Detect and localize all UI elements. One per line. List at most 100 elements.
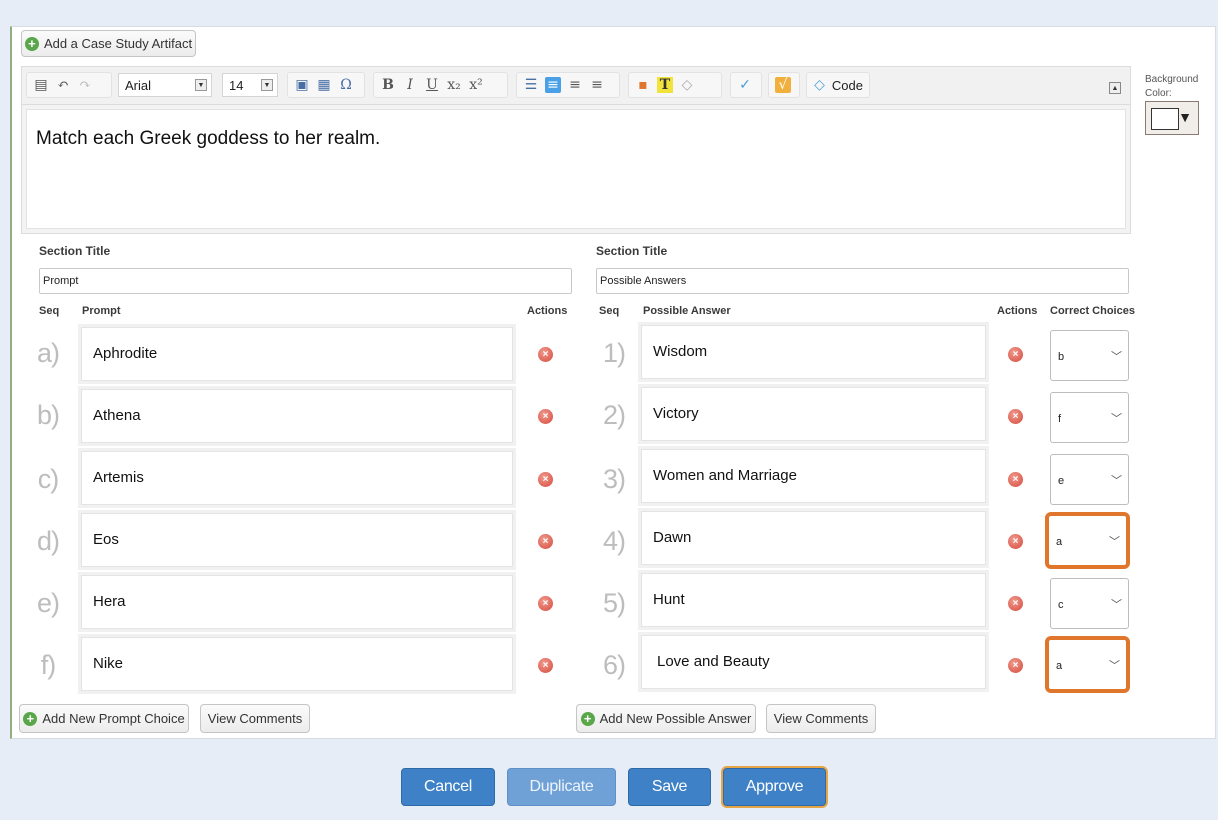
color-group: ▪ T ◇ xyxy=(628,72,722,98)
correct-choice-value: a xyxy=(1056,660,1063,672)
add-possible-answer-button[interactable]: + Add New Possible Answer xyxy=(576,704,756,733)
text-color-icon[interactable]: ▪ xyxy=(635,77,651,93)
approve-button[interactable]: Approve xyxy=(723,768,826,806)
answer-input[interactable]: Dawn xyxy=(641,511,986,565)
left-section-title-input[interactable]: Prompt xyxy=(39,268,572,294)
delete-icon[interactable]: × xyxy=(538,658,553,673)
insert-group: ▣ ▦ Ω xyxy=(287,72,365,98)
right-section-title-input[interactable]: Possible Answers xyxy=(596,268,1129,294)
save-button[interactable]: Save xyxy=(628,768,711,806)
answer-seq: 5) xyxy=(602,588,626,618)
question-editor[interactable]: Match each Greek goddess to her realm. xyxy=(21,104,1131,234)
view-comments-button[interactable]: View Comments xyxy=(766,704,876,733)
answer-seq: 2) xyxy=(602,400,626,430)
right-col-actions: Actions xyxy=(997,305,1038,317)
answer-input[interactable]: Love and Beauty xyxy=(641,635,986,689)
chevron-down-icon: ﹀ xyxy=(1111,351,1122,363)
undo-icon[interactable]: ↶ xyxy=(55,77,71,93)
delete-icon[interactable]: × xyxy=(538,472,553,487)
font-select-value: Arial xyxy=(125,77,152,93)
omega-icon[interactable]: Ω xyxy=(338,77,354,93)
bold-icon[interactable]: B xyxy=(380,77,396,93)
align-center-icon[interactable]: ≡ xyxy=(567,77,583,93)
add-case-study-artifact-button[interactable]: + Add a Case Study Artifact xyxy=(21,30,196,57)
bullet-list-icon[interactable]: ☰ xyxy=(523,77,539,93)
correct-choice-value: f xyxy=(1058,413,1062,425)
highlight-icon[interactable]: T xyxy=(657,77,673,93)
answer-input[interactable]: Women and Marriage xyxy=(641,449,986,503)
paste-icon[interactable]: ▤ xyxy=(33,77,49,93)
chevron-down-icon: ▼ xyxy=(1178,109,1192,125)
delete-icon[interactable]: × xyxy=(1008,472,1023,487)
prompt-seq: f) xyxy=(40,650,57,680)
left-col-seq: Seq xyxy=(39,305,60,317)
cancel-button[interactable]: Cancel xyxy=(401,768,495,806)
chevron-down-icon: ▼ xyxy=(261,79,273,91)
delete-icon[interactable]: × xyxy=(1008,534,1023,549)
delete-icon[interactable]: × xyxy=(538,409,553,424)
correct-choice-value: e xyxy=(1058,475,1065,487)
font-size-select[interactable]: 14 ▼ xyxy=(222,73,278,97)
image-icon[interactable]: ▣ xyxy=(294,77,310,93)
prompt-input[interactable]: Nike xyxy=(81,637,513,691)
prompt-input[interactable]: Aphrodite xyxy=(81,327,513,381)
view-comments-button[interactable]: View Comments xyxy=(200,704,310,733)
delete-icon[interactable]: × xyxy=(1008,347,1023,362)
prompt-input[interactable]: Eos xyxy=(81,513,513,567)
correct-choice-select[interactable]: c ﹀ xyxy=(1050,578,1129,629)
math-group: √ xyxy=(768,72,800,98)
redo-icon[interactable]: ↷ xyxy=(77,77,93,93)
answer-input[interactable]: Wisdom xyxy=(641,325,986,379)
align-right-icon[interactable]: ≡ xyxy=(589,77,605,93)
duplicate-button[interactable]: Duplicate xyxy=(507,768,616,806)
correct-choice-value: b xyxy=(1058,351,1065,363)
answer-seq: 3) xyxy=(602,464,626,494)
correct-choice-select[interactable]: b ﹀ xyxy=(1050,330,1129,381)
answer-input[interactable]: Victory xyxy=(641,387,986,441)
add-prompt-choice-button[interactable]: + Add New Prompt Choice xyxy=(19,704,189,733)
correct-choice-select[interactable]: a ﹀ xyxy=(1048,515,1127,566)
right-col-seq: Seq xyxy=(599,305,620,317)
left-col-prompt: Prompt xyxy=(82,305,121,317)
spellcheck-group: ✓ xyxy=(730,72,762,98)
code-group[interactable]: ◇ Code xyxy=(806,72,870,98)
underline-icon[interactable]: U xyxy=(424,77,440,93)
add-case-study-artifact-label: Add a Case Study Artifact xyxy=(43,36,193,51)
collapse-toolbar-icon[interactable]: ▲ xyxy=(1109,82,1121,94)
left-section-title-label: Section Title xyxy=(39,244,111,258)
align-left-icon[interactable]: ≡ xyxy=(545,77,561,93)
delete-icon[interactable]: × xyxy=(538,534,553,549)
prompt-input[interactable]: Artemis xyxy=(81,451,513,505)
table-icon[interactable]: ▦ xyxy=(316,77,332,93)
prompt-seq: d) xyxy=(36,526,60,556)
font-size-value: 14 xyxy=(229,77,244,93)
answer-input[interactable]: Hunt xyxy=(641,573,986,627)
correct-choice-select[interactable]: e ﹀ xyxy=(1050,454,1129,505)
prompt-seq: c) xyxy=(37,464,60,494)
add-icon: + xyxy=(24,36,39,51)
delete-icon[interactable]: × xyxy=(538,596,553,611)
italic-icon[interactable]: I xyxy=(402,77,418,93)
editor-content[interactable]: Match each Greek goddess to her realm. xyxy=(26,109,1126,229)
prompt-input[interactable]: Hera xyxy=(81,575,513,629)
correct-choice-select[interactable]: a ﹀ xyxy=(1048,639,1127,690)
math-icon[interactable]: √ xyxy=(775,77,791,93)
font-select[interactable]: Arial ▼ xyxy=(118,73,212,97)
spellcheck-icon[interactable]: ✓ xyxy=(737,77,753,93)
background-color-label: Background Color: xyxy=(1145,74,1199,99)
view-comments-label: View Comments xyxy=(773,711,869,726)
delete-icon[interactable]: × xyxy=(1008,409,1023,424)
eraser-icon[interactable]: ◇ xyxy=(679,77,695,93)
subscript-icon[interactable]: x₂ xyxy=(446,77,462,93)
right-section-title-label: Section Title xyxy=(596,244,668,258)
delete-icon[interactable]: × xyxy=(1008,596,1023,611)
background-color-picker[interactable]: ▼ xyxy=(1145,101,1199,135)
delete-icon[interactable]: × xyxy=(1008,658,1023,673)
superscript-icon[interactable]: x² xyxy=(468,77,484,93)
prompt-input[interactable]: Athena xyxy=(81,389,513,443)
code-label: Code xyxy=(831,77,863,93)
correct-choice-value: a xyxy=(1056,536,1063,548)
chevron-down-icon: ﹀ xyxy=(1111,413,1122,425)
correct-choice-select[interactable]: f ﹀ xyxy=(1050,392,1129,443)
delete-icon[interactable]: × xyxy=(538,347,553,362)
